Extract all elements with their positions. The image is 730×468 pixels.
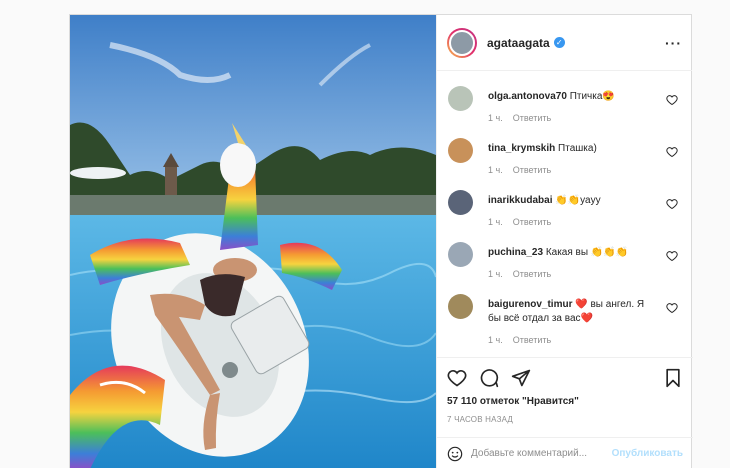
comment-text: 👏👏уаyy	[555, 195, 601, 206]
comment-username[interactable]: olga.antonova70	[488, 91, 567, 102]
comment-text-line: baigurenov_timur ❤️ вы ангел. Я бы всё о…	[488, 298, 658, 326]
avatar[interactable]	[448, 294, 473, 319]
comment-text: Пташка)	[558, 143, 597, 154]
bookmark-save-icon[interactable]	[663, 368, 683, 388]
comment-text: Птичка😍	[569, 91, 615, 102]
like-comment-heart-icon[interactable]	[666, 146, 678, 158]
comment-username[interactable]: puchina_23	[488, 247, 543, 258]
like-comment-heart-icon[interactable]	[666, 302, 678, 314]
comment-time[interactable]: 1 ч.	[488, 165, 503, 175]
likes-count[interactable]: 57 110 отметок "Нравится"	[447, 396, 683, 407]
comment-meta: 1 ч. Ответить	[488, 269, 551, 279]
comment-meta: 1 ч. Ответить	[488, 165, 551, 175]
comments-list[interactable]: olga.antonova70 Птичка😍 1 ч. Ответить tin…	[437, 72, 693, 356]
comment-text-line: olga.antonova70 Птичка😍	[488, 90, 658, 104]
comment-text-line: tina_krymskih Пташка)	[488, 142, 658, 156]
like-heart-icon[interactable]	[447, 368, 467, 388]
comment-text-line: puchina_23 Какая вы 👏👏👏	[488, 246, 658, 260]
comment-text-line: inarikkudabai 👏👏уаyy	[488, 194, 658, 208]
post-actions: 57 110 отметок "Нравится" 7 ЧАСОВ НАЗАД	[437, 357, 693, 437]
reply-button[interactable]: Ответить	[513, 335, 551, 345]
comment-time[interactable]: 1 ч.	[488, 113, 503, 123]
avatar[interactable]	[449, 29, 475, 56]
reply-button[interactable]: Ответить	[513, 165, 551, 175]
post-header: agataagata ✓ ···	[437, 15, 692, 71]
comment-time[interactable]: 1 ч.	[488, 335, 503, 345]
comment-username[interactable]: baigurenov_timur	[488, 299, 572, 310]
comment-time[interactable]: 1 ч.	[488, 269, 503, 279]
comment-input[interactable]	[471, 448, 591, 459]
emoji-smile-icon[interactable]	[447, 446, 463, 462]
reply-button[interactable]: Ответить	[513, 113, 551, 123]
author-username[interactable]: agataagata	[487, 36, 550, 50]
comment-bubble-icon[interactable]	[479, 368, 499, 388]
comment-meta: 1 ч. Ответить	[488, 217, 551, 227]
like-comment-heart-icon[interactable]	[666, 94, 678, 106]
share-send-icon[interactable]	[511, 368, 531, 388]
comment-meta: 1 ч. Ответить	[488, 335, 551, 345]
comment-time[interactable]: 1 ч.	[488, 217, 503, 227]
comment-text: Какая вы 👏👏👏	[545, 247, 629, 258]
pool-unicorn-photo	[70, 15, 436, 468]
reply-button[interactable]: Ответить	[513, 217, 551, 227]
post-card: agataagata ✓ ··· olga.antonova70 Птичка😍…	[69, 14, 693, 468]
avatar[interactable]	[448, 86, 473, 111]
like-comment-heart-icon[interactable]	[666, 250, 678, 262]
author-avatar-ring[interactable]	[447, 27, 477, 58]
avatar[interactable]	[448, 190, 473, 215]
more-options-icon[interactable]: ···	[665, 35, 682, 51]
verified-badge-icon: ✓	[553, 37, 565, 48]
comment-meta: 1 ч. Ответить	[488, 113, 551, 123]
reply-button[interactable]: Ответить	[513, 269, 551, 279]
add-comment-bar: Опубликовать	[437, 437, 693, 468]
post-sidebar: agataagata ✓ ··· olga.antonova70 Птичка😍…	[436, 15, 693, 468]
post-timestamp[interactable]: 7 ЧАСОВ НАЗАД	[447, 415, 683, 424]
publish-button[interactable]: Опубликовать	[612, 448, 683, 459]
post-photo[interactable]	[70, 15, 436, 468]
action-icons	[447, 366, 683, 390]
comment-username[interactable]: inarikkudabai	[488, 195, 552, 206]
comment-username[interactable]: tina_krymskih	[488, 143, 555, 154]
avatar[interactable]	[448, 242, 473, 267]
avatar[interactable]	[448, 138, 473, 163]
like-comment-heart-icon[interactable]	[666, 198, 678, 210]
